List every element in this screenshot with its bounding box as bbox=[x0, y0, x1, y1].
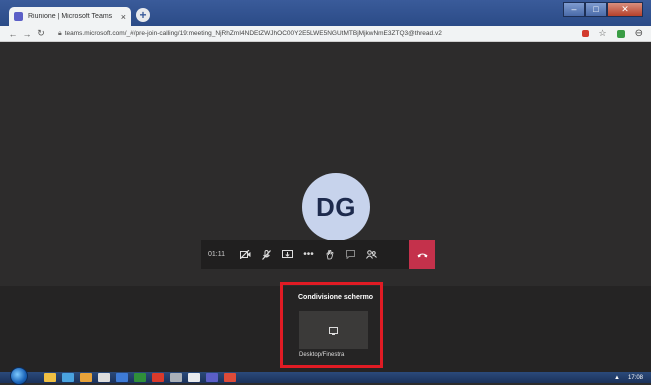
taskbar-clock[interactable]: 17:08 bbox=[628, 375, 643, 381]
camera-off-icon bbox=[240, 250, 251, 259]
back-arrow-icon[interactable]: ← bbox=[6, 29, 20, 39]
share-option-label: Desktop/Finestra bbox=[299, 352, 345, 358]
extension-icon[interactable] bbox=[581, 30, 589, 37]
taskbar-app-app8-icon[interactable] bbox=[170, 373, 182, 382]
tray-flag-icon[interactable]: ▲ bbox=[614, 375, 620, 381]
taskbar-app-app3-icon[interactable] bbox=[80, 373, 92, 382]
microphone-off-icon bbox=[262, 249, 271, 260]
participant-avatar: DG bbox=[302, 173, 370, 241]
share-screen-button[interactable] bbox=[277, 240, 298, 269]
windows-taskbar: ▲ 17:08 bbox=[0, 366, 651, 385]
taskbar-app-app9-icon[interactable] bbox=[188, 373, 200, 382]
taskbar-app-media-icon[interactable] bbox=[62, 373, 74, 382]
desktop-window-share-option[interactable] bbox=[299, 311, 368, 349]
reload-icon[interactable]: ↻ bbox=[34, 28, 48, 39]
chat-button[interactable] bbox=[340, 240, 361, 269]
lock-icon[interactable]: 🔒︎ bbox=[58, 30, 62, 38]
browser-toolbar: ← → ↻ 🔒︎ teams.microsoft.com/_#/pre-join… bbox=[0, 26, 651, 42]
close-window-button[interactable]: ✕ bbox=[607, 2, 643, 17]
minimize-button[interactable]: – bbox=[563, 2, 585, 17]
browser-title-bar: Riunione | Microsoft Teams × + – □ ✕ bbox=[0, 0, 651, 26]
extension-green-icon[interactable] bbox=[616, 29, 625, 38]
camera-off-button[interactable] bbox=[235, 240, 256, 269]
bookmark-star-icon[interactable]: ☆ bbox=[599, 28, 607, 39]
phone-hangup-icon bbox=[417, 253, 427, 257]
address-bar[interactable]: teams.microsoft.com/_#/pre-join-calling/… bbox=[65, 30, 520, 37]
forward-arrow-icon[interactable]: → bbox=[20, 29, 34, 39]
raise-hand-icon bbox=[326, 249, 333, 259]
profile-icon[interactable]: ⊖ bbox=[635, 28, 643, 39]
taskbar-app-app6-icon[interactable] bbox=[134, 373, 146, 382]
taskbar-app-explorer-icon[interactable] bbox=[44, 373, 56, 382]
maximize-button[interactable]: □ bbox=[585, 2, 607, 17]
window-controls: – □ ✕ bbox=[563, 2, 643, 17]
participants-icon bbox=[366, 250, 377, 259]
taskbar-app-app7-icon[interactable] bbox=[152, 373, 164, 382]
taskbar-apps bbox=[44, 373, 236, 382]
teams-favicon-icon bbox=[14, 12, 23, 21]
participants-button[interactable] bbox=[361, 240, 382, 269]
new-tab-button[interactable]: + bbox=[136, 8, 150, 22]
share-screen-icon bbox=[282, 250, 293, 258]
raise-hand-button[interactable] bbox=[319, 240, 340, 269]
mute-button[interactable] bbox=[256, 240, 277, 269]
more-actions-button[interactable]: ••• bbox=[298, 240, 319, 269]
taskbar-app-app4-icon[interactable] bbox=[98, 373, 110, 382]
monitor-icon bbox=[329, 326, 338, 335]
taskbar-app-chrome-icon[interactable] bbox=[224, 373, 236, 382]
call-timer: 01:11 bbox=[208, 251, 225, 258]
call-controls-bar: 01:11 ••• bbox=[201, 240, 435, 269]
start-button[interactable] bbox=[10, 366, 28, 385]
taskbar-app-app10-icon[interactable] bbox=[206, 373, 218, 382]
share-tray-title: Condivisione schermo bbox=[298, 294, 374, 301]
close-tab-icon[interactable]: × bbox=[121, 12, 126, 22]
hang-up-button[interactable] bbox=[409, 240, 435, 269]
tab-title: Riunione | Microsoft Teams bbox=[28, 13, 113, 20]
chat-icon bbox=[346, 250, 355, 259]
more-dots-icon: ••• bbox=[303, 249, 314, 260]
taskbar-app-app5-icon[interactable] bbox=[116, 373, 128, 382]
browser-tab[interactable]: Riunione | Microsoft Teams × bbox=[9, 7, 131, 26]
